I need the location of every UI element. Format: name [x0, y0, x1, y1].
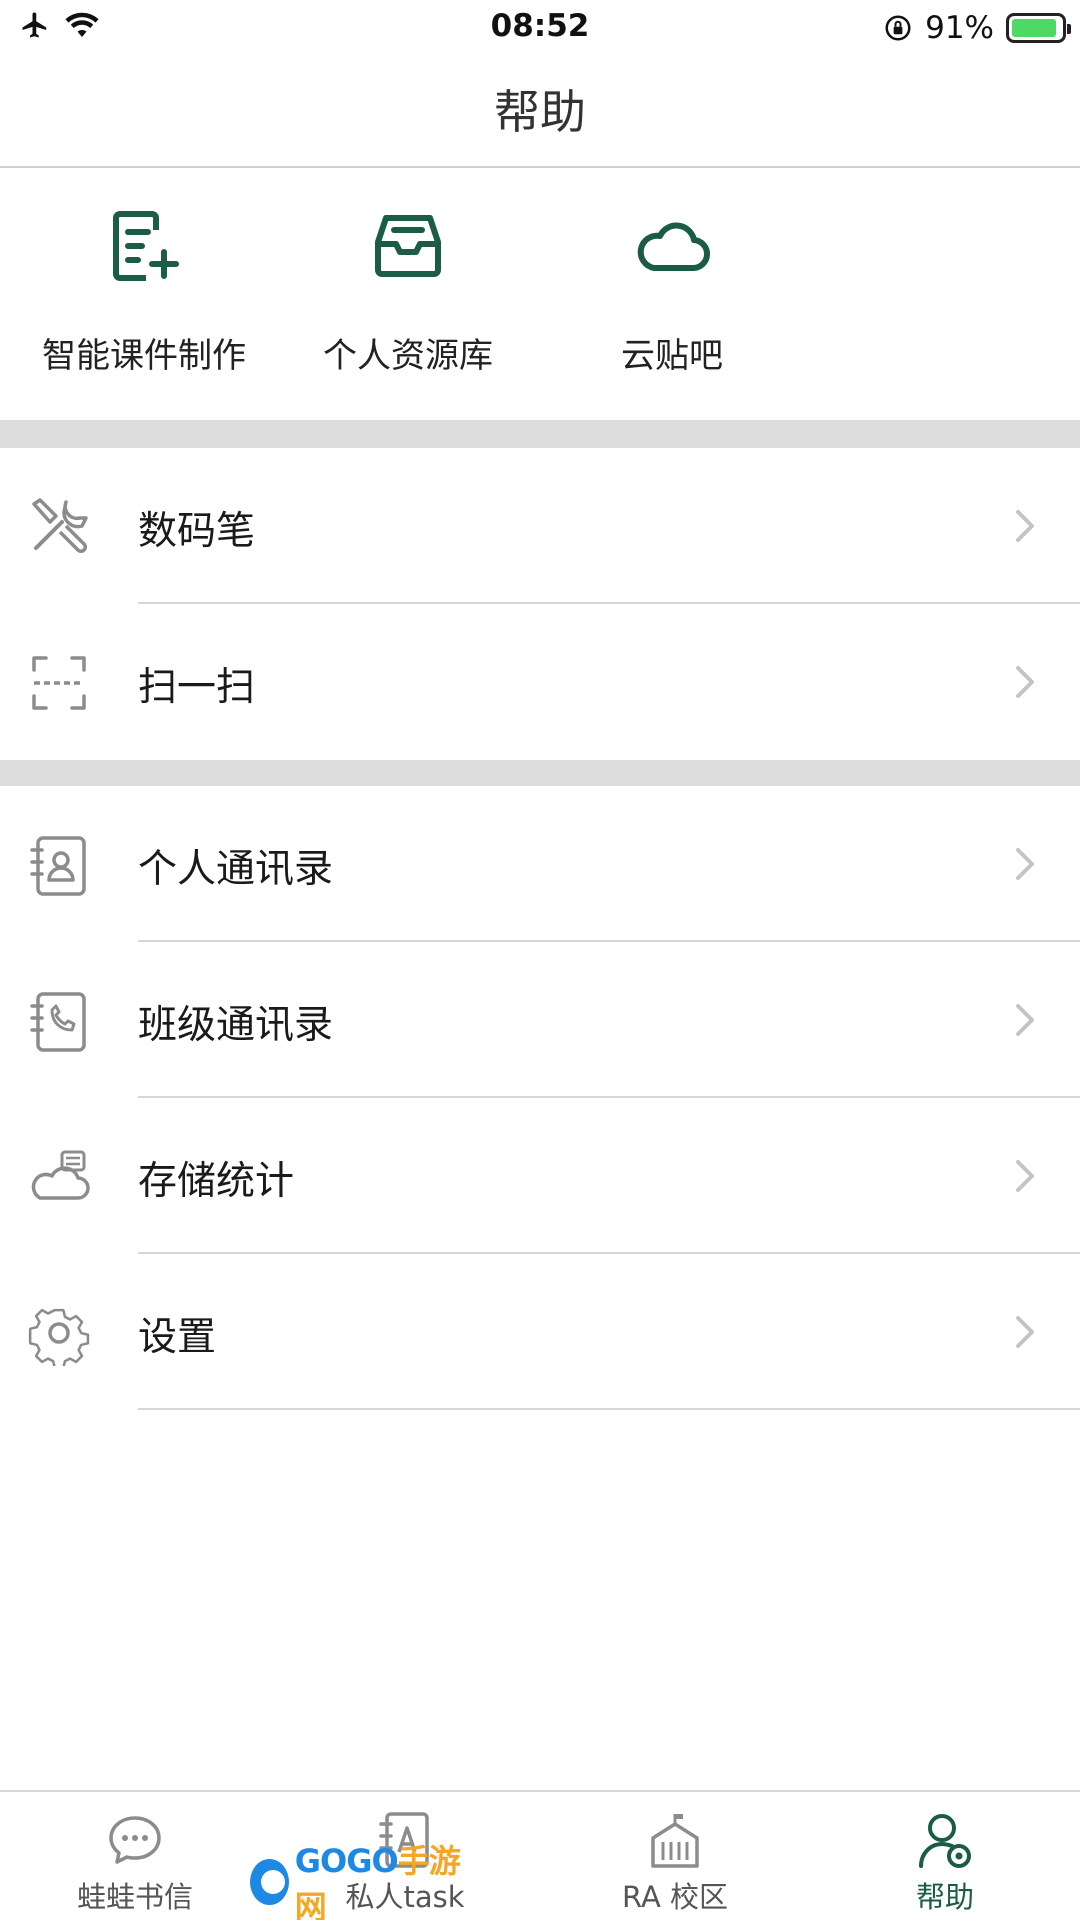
chevron-right-icon	[1016, 510, 1034, 542]
contact-book-icon	[30, 836, 86, 896]
menu-item-label: 数码笔	[138, 509, 256, 554]
battery-fill	[1012, 19, 1056, 37]
school-building-icon	[651, 1814, 699, 1868]
quick-action-cloud-forum[interactable]: 云贴吧	[542, 168, 802, 420]
row-separator	[138, 1408, 1080, 1410]
chevron-right-icon	[1016, 848, 1034, 880]
tab-help[interactable]: 帮助	[810, 1792, 1080, 1920]
chevron-right-icon	[1016, 1160, 1034, 1192]
tab-label: 蛙蛙书信	[76, 1880, 193, 1914]
chevron-right-icon	[1016, 666, 1034, 698]
tab-label: 帮助	[915, 1880, 974, 1914]
quick-actions: 智能课件制作 个人资源库 云贴吧	[0, 168, 1080, 420]
menu-item-settings[interactable]: 设置	[0, 1254, 1080, 1410]
quick-action-label: 个人资源库	[323, 336, 493, 376]
quick-action-courseware[interactable]: 智能课件制作	[14, 168, 274, 420]
rotation-lock-icon	[885, 15, 911, 41]
page-title: 帮助	[494, 85, 586, 139]
quick-action-label: 智能课件制作	[42, 336, 246, 376]
tab-label: RA 校区	[621, 1880, 729, 1914]
inbox-icon	[375, 215, 441, 277]
section-gap	[0, 420, 1080, 448]
user-settings-icon	[919, 1814, 971, 1868]
watermark-text: GOGO手游网	[294, 1836, 461, 1920]
battery-icon	[1006, 13, 1071, 43]
menu-item-label: 设置	[138, 1315, 217, 1360]
menu-item-personal-contacts[interactable]: 个人通讯录	[0, 786, 1080, 942]
section-gap	[0, 760, 1080, 786]
menu-item-label: 扫一扫	[138, 665, 256, 710]
chevron-right-icon	[1016, 1004, 1034, 1036]
quick-action-label: 云贴吧	[621, 336, 723, 376]
menu-item-label: 存储统计	[138, 1159, 295, 1204]
gear-icon	[28, 1308, 90, 1366]
status-bar: 08:52 91%	[0, 0, 1080, 56]
chat-bubble-icon	[109, 1816, 161, 1864]
tools-icon	[32, 498, 88, 553]
quick-action-resource-library[interactable]: 个人资源库	[278, 168, 538, 420]
phone-book-icon	[30, 992, 86, 1052]
tab-ra-campus[interactable]: RA 校区	[540, 1792, 810, 1920]
menu-item-scan[interactable]: 扫一扫	[0, 604, 1080, 760]
cloud-icon	[637, 222, 711, 272]
menu-item-digital-pen[interactable]: 数码笔	[0, 448, 1080, 604]
cloud-storage-icon	[31, 1150, 90, 1200]
menu-item-label: 班级通讯录	[138, 1003, 334, 1048]
watermark-text-a: GOGO	[294, 1842, 399, 1880]
chevron-right-icon	[1016, 1316, 1034, 1348]
tab-bar: 蛙蛙书信 私人task RA 校区 帮助	[0, 1790, 1080, 1920]
menu-item-storage-stats[interactable]: 存储统计	[0, 1098, 1080, 1254]
scan-icon	[32, 656, 86, 710]
menu-item-label: 个人通讯录	[138, 847, 334, 892]
status-right: 91%	[883, 10, 1071, 46]
tab-frog-letters[interactable]: 蛙蛙书信	[0, 1792, 270, 1920]
battery-percent: 91%	[925, 10, 994, 46]
watermark-logo	[250, 1859, 289, 1905]
note-add-icon	[113, 211, 179, 281]
watermark: GOGO手游网	[250, 1842, 461, 1920]
menu-item-class-contacts[interactable]: 班级通讯录	[0, 942, 1080, 1098]
